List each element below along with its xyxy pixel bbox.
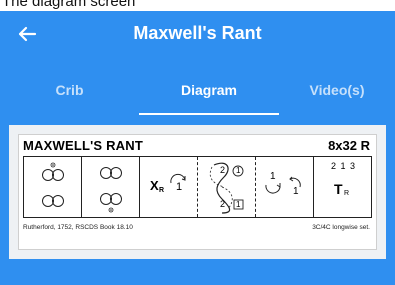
figure-2 xyxy=(82,157,140,217)
diagram-area: MAXWELL'S RANT 8x32 R X R 1 2 1 2 1 1 1 … xyxy=(0,115,395,285)
figure-grid: X R 1 2 1 2 1 1 1 2 1 3 T R xyxy=(23,156,372,218)
caption: The diagram screen xyxy=(0,0,395,11)
figure-1 xyxy=(24,157,82,217)
figure-6: 2 1 3 T R xyxy=(314,157,373,217)
figure-4-box: 1 xyxy=(236,200,241,209)
figure-4: 2 1 2 1 xyxy=(198,157,256,217)
figure-5-bar-left: 1 xyxy=(270,171,276,182)
figure-5-bar-right: 1 xyxy=(293,186,299,197)
reel-track-icon xyxy=(209,162,244,214)
dance-bars: 8x32 R xyxy=(328,138,370,153)
figure-5: 1 1 xyxy=(256,157,314,217)
tab-videos[interactable]: Video(s) xyxy=(279,69,395,115)
figure-3: X R 1 xyxy=(140,157,198,217)
figure-3-x: X xyxy=(150,178,159,193)
figure-4-circ: 1 xyxy=(236,166,241,175)
figure-6-t: T xyxy=(334,181,343,197)
tab-bar: Crib Diagram Video(s) xyxy=(0,69,395,115)
figure-1-symbol xyxy=(42,162,64,207)
tab-diagram[interactable]: Diagram xyxy=(139,69,279,115)
figure-2-symbol xyxy=(100,167,122,213)
cast-arrows-icon xyxy=(265,176,301,194)
page-title: Maxwell's Rant xyxy=(133,23,262,43)
app-bar: Maxwell's Rant Crib Diagram Video(s) xyxy=(0,11,395,115)
dance-title: MAXWELL'S RANT xyxy=(23,138,143,153)
dance-set: 3C/4C longwise set. xyxy=(312,224,370,231)
figure-6-order: 2 1 3 xyxy=(331,161,357,171)
tab-crib[interactable]: Crib xyxy=(0,69,139,115)
dance-source: Rutherford, 1752, RSCDS Book 18.10 xyxy=(23,224,133,231)
figure-4-num-bottom: 2 xyxy=(220,199,226,209)
diagram-panel: MAXWELL'S RANT 8x32 R X R 1 2 1 2 1 1 1 … xyxy=(9,125,386,259)
dance-card[interactable]: MAXWELL'S RANT 8x32 R X R 1 2 1 2 1 1 1 … xyxy=(18,134,377,250)
figure-3-bar: 1 xyxy=(176,181,183,193)
figure-4-num-top: 2 xyxy=(220,165,226,175)
figure-6-r: R xyxy=(344,190,350,197)
figure-3-r: R xyxy=(159,187,165,194)
